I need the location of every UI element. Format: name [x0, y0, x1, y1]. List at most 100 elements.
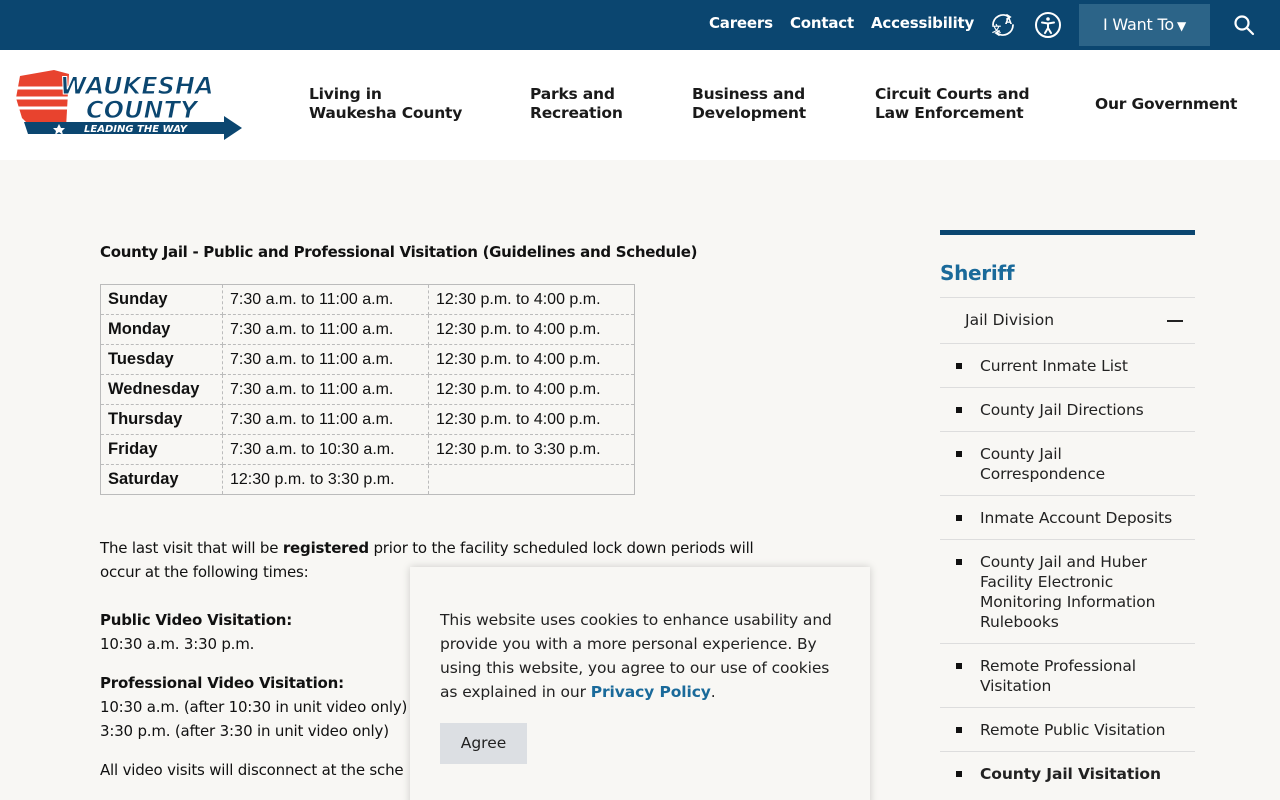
i-want-to-label: I Want To	[1103, 15, 1174, 34]
cookie-period: .	[710, 683, 716, 701]
public-video-heading: Public Video Visitation:	[100, 611, 293, 629]
sidebar-item[interactable]: Remote Professional Visitation	[940, 644, 1195, 708]
schedule-afternoon: 12:30 p.m. to 4:00 p.m.	[428, 374, 635, 405]
professional-video-line1: 10:30 a.m. (after 10:30 in unit video on…	[100, 698, 408, 716]
nav-parks[interactable]: Parks and Recreation	[530, 85, 623, 123]
nav-living[interactable]: Living in Waukesha County	[309, 85, 462, 123]
schedule-day: Sunday	[100, 284, 223, 315]
schedule-morning: 7:30 a.m. to 11:00 a.m.	[222, 404, 429, 435]
schedule-row: Monday 7:30 a.m. to 11:00 a.m. 12:30 p.m. …	[100, 314, 635, 345]
last-visit-line2: occur at the following times:	[100, 563, 309, 581]
schedule-row: Wednesday 7:30 a.m. to 11:00 a.m. 12:30 p.…	[100, 374, 635, 405]
public-video-times: 10:30 a.m. 3:30 p.m.	[100, 635, 255, 653]
schedule-morning: 7:30 a.m. to 10:30 a.m.	[222, 434, 429, 465]
privacy-policy-link[interactable]: Privacy Policy	[591, 683, 711, 701]
sidebar-item-label: Remote Public Visitation	[980, 721, 1166, 739]
last-visit-bold: registered	[282, 539, 369, 557]
nav-living-line2: Waukesha County	[309, 104, 463, 122]
caret-down-icon: ▼	[1176, 19, 1186, 33]
sidebar-item[interactable]: County Jail and Huber Facility Electroni…	[940, 540, 1195, 644]
sidebar-item[interactable]: County Jail Directions	[940, 388, 1195, 432]
schedule-afternoon: 12:30 p.m. to 4:00 p.m.	[428, 314, 635, 345]
sidebar-item-label: County Jail Visitation	[980, 765, 1161, 783]
sidebar-item[interactable]: Remote Public Visitation	[940, 708, 1195, 752]
sidebar-item-label: County Jail and Huber Facility Electroni…	[980, 553, 1156, 631]
collapse-icon[interactable]	[1167, 320, 1183, 322]
schedule-morning: 12:30 p.m. to 3:30 p.m.	[222, 464, 429, 495]
bullet-icon	[956, 407, 962, 413]
schedule-row: Tuesday 7:30 a.m. to 11:00 a.m. 12:30 p.m.…	[100, 344, 635, 375]
bullet-icon	[956, 515, 962, 521]
schedule-afternoon: 12:30 p.m. to 4:00 p.m.	[428, 284, 635, 315]
nav-courts[interactable]: Circuit Courts and Law Enforcement	[875, 85, 1030, 123]
schedule-afternoon: 12:30 p.m. to 4:00 p.m.	[428, 344, 635, 375]
nav-business-line1: Business and	[692, 85, 805, 103]
page-title: County Jail - Public and Professional Vi…	[100, 243, 698, 261]
bullet-icon	[956, 559, 962, 565]
sidebar-jail-division[interactable]: Jail Division	[940, 298, 1195, 344]
svg-text:A: A	[1005, 17, 1012, 27]
contact-link[interactable]: Contact	[790, 14, 854, 32]
cookie-message: This website uses cookies to enhance usa…	[440, 608, 840, 704]
public-video-section: Public Video Visitation: 10:30 a.m. 3:30…	[100, 608, 292, 656]
schedule-day: Saturday	[100, 464, 223, 495]
nav-parks-line1: Parks and	[530, 85, 615, 103]
accessibility-link[interactable]: Accessibility	[871, 14, 974, 32]
sidebar-title[interactable]: Sheriff	[940, 235, 1195, 298]
nav-business[interactable]: Business and Development	[692, 85, 806, 123]
professional-video-section: Professional Video Visitation: 10:30 a.m…	[100, 671, 407, 743]
schedule-day: Monday	[100, 314, 223, 345]
sidebar-item-label: County Jail Correspondence	[980, 445, 1106, 483]
schedule-row: Saturday 12:30 p.m. to 3:30 p.m.	[100, 464, 635, 495]
schedule-afternoon: 12:30 p.m. to 4:00 p.m.	[428, 404, 635, 435]
accessibility-icon[interactable]	[1034, 11, 1062, 39]
professional-video-heading: Professional Video Visitation:	[100, 674, 344, 692]
nav-parks-line2: Recreation	[530, 104, 623, 122]
logo-line2: COUNTY	[86, 96, 200, 124]
search-icon[interactable]	[1232, 13, 1256, 37]
sidebar-item-label: Inmate Account Deposits	[980, 509, 1173, 527]
schedule-morning: 7:30 a.m. to 11:00 a.m.	[222, 314, 429, 345]
bullet-icon	[956, 363, 962, 369]
i-want-to-button[interactable]: I Want To ▼	[1079, 4, 1210, 46]
nav-living-line1: Living in	[309, 85, 382, 103]
last-visit-text: The last visit that will be	[100, 539, 283, 557]
schedule-row: Thursday 7:30 a.m. to 11:00 a.m. 12:30 p.m…	[100, 404, 635, 435]
schedule-row: Friday 7:30 a.m. to 10:30 a.m. 12:30 p.m. …	[100, 434, 635, 465]
sidebar-item-label: County Jail Directions	[980, 401, 1144, 419]
sidebar-item[interactable]: Current Inmate List	[940, 344, 1195, 388]
schedule-afternoon: 12:30 p.m. to 3:30 p.m.	[428, 434, 635, 465]
disconnect-paragraph: All video visits will disconnect at the …	[100, 761, 404, 779]
nav-government-label: Our Government	[1095, 95, 1238, 113]
agree-button[interactable]: Agree	[440, 723, 527, 764]
bullet-icon	[956, 663, 962, 669]
nav-courts-line1: Circuit Courts and	[875, 85, 1030, 103]
schedule-morning: 7:30 a.m. to 11:00 a.m.	[222, 374, 429, 405]
schedule-afternoon	[428, 464, 635, 495]
careers-link[interactable]: Careers	[709, 14, 773, 32]
schedule-morning: 7:30 a.m. to 11:00 a.m.	[222, 344, 429, 375]
visitation-schedule-table: Sunday 7:30 a.m. to 11:00 a.m. 12:30 p.m. …	[100, 284, 635, 495]
nav-courts-line2: Law Enforcement	[875, 104, 1024, 122]
waukesha-county-logo[interactable]: WAUKESHA COUNTY LEADING THE WAY	[14, 68, 244, 140]
schedule-day: Tuesday	[100, 344, 223, 375]
bullet-icon	[956, 727, 962, 733]
bullet-icon	[956, 451, 962, 457]
sidebar-item[interactable]: County Jail Correspondence	[940, 432, 1195, 496]
svg-text:文: 文	[991, 23, 1002, 35]
main-header: WAUKESHA COUNTY LEADING THE WAY Living i…	[0, 50, 1280, 160]
last-visit-text-cont: prior to the facility scheduled lock dow…	[368, 539, 754, 557]
cookie-banner: This website uses cookies to enhance usa…	[410, 567, 870, 800]
logo-tagline: LEADING THE WAY	[84, 124, 189, 135]
professional-video-line2: 3:30 p.m. (after 3:30 in unit video only…	[100, 722, 389, 740]
schedule-day: Thursday	[100, 404, 223, 435]
sidebar-nav: Sheriff Jail Division Current Inmate Lis…	[940, 230, 1195, 795]
schedule-day: Friday	[100, 434, 223, 465]
bullet-icon	[956, 771, 962, 777]
translate-icon[interactable]: 文 A	[989, 11, 1017, 39]
sidebar-item[interactable]: Inmate Account Deposits	[940, 496, 1195, 540]
nav-government[interactable]: Our Government	[1095, 95, 1237, 114]
nav-business-line2: Development	[692, 104, 806, 122]
sidebar-item[interactable]: County Jail Visitation	[940, 752, 1195, 795]
sidebar-item-label: Remote Professional Visitation	[980, 657, 1136, 695]
